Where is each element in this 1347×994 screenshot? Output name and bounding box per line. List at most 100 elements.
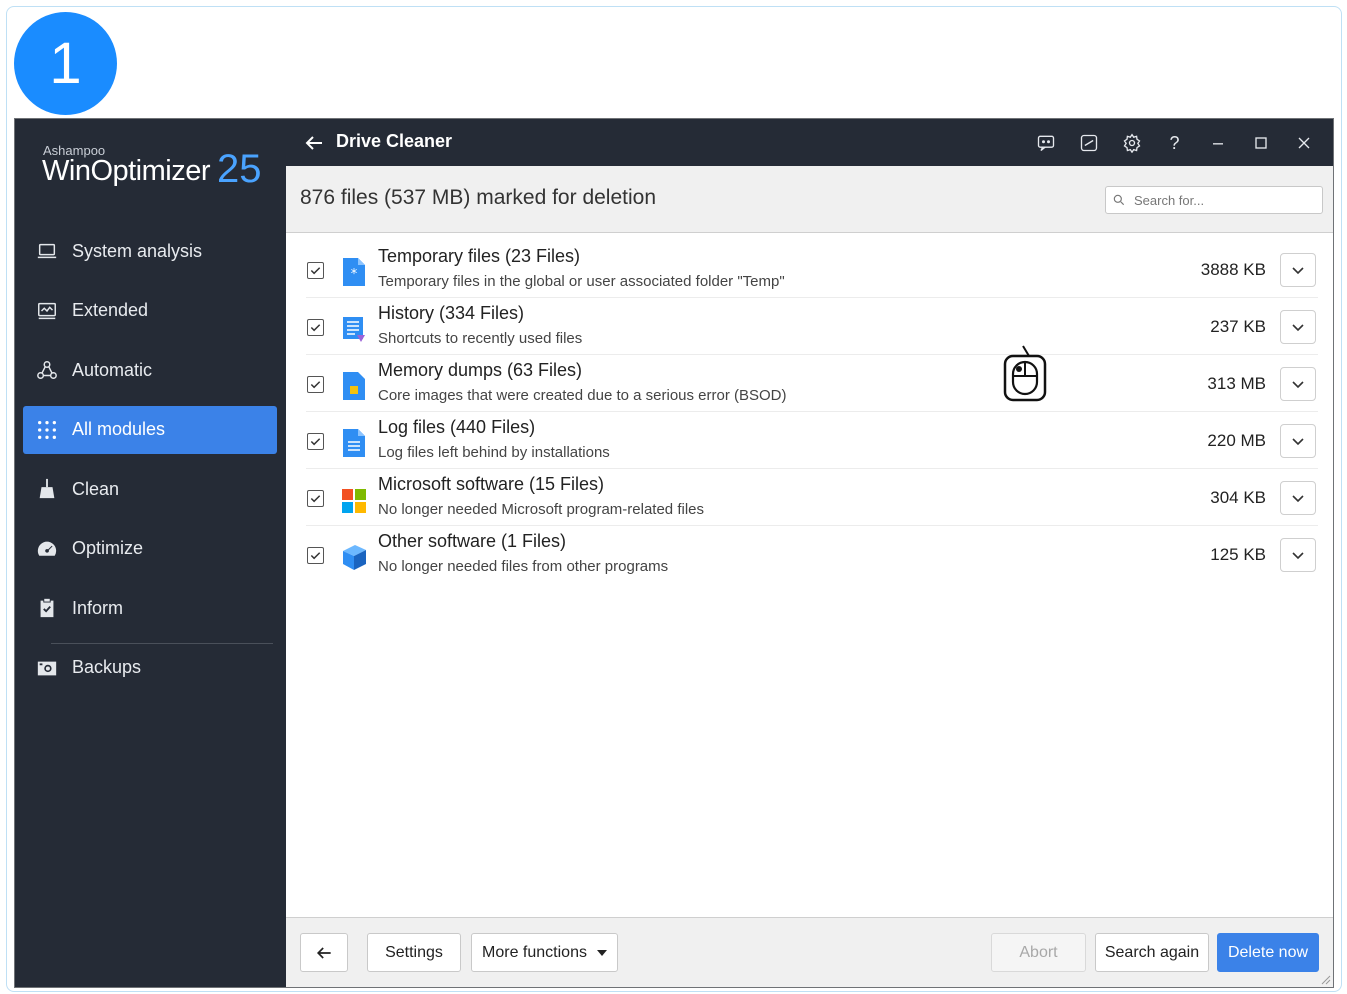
item-description: Temporary files in the global or user as…: [378, 273, 785, 290]
sidebar-item-clean[interactable]: Clean: [23, 465, 277, 513]
expand-button[interactable]: [1280, 310, 1316, 344]
sidebar-item-label: System analysis: [72, 240, 203, 261]
item-title: Microsoft software (15 Files): [378, 474, 605, 494]
item-title: Temporary files (23 Files): [378, 246, 581, 266]
step-badge: 1: [14, 12, 117, 115]
summary-text: 876 files (537 MB) marked for deletion: [300, 186, 657, 209]
webhook-icon: [35, 358, 59, 382]
bottom-toolbar: Settings More functions Abort Search aga…: [286, 917, 1333, 987]
list-item[interactable]: Log files (440 Files) Log files left beh…: [306, 412, 1318, 469]
microsoft-logo-icon: [341, 485, 367, 515]
item-size: 3888 KB: [1200, 260, 1266, 279]
expand-button[interactable]: [1280, 538, 1316, 572]
chevron-down-icon: [1292, 495, 1304, 503]
item-description: Core images that were created due to a s…: [378, 387, 787, 404]
list-item[interactable]: * Temporary files (23 Files) Temporary f…: [306, 241, 1318, 298]
clipboard-check-icon: [35, 596, 59, 620]
settings-button[interactable]: Settings: [367, 933, 461, 972]
sidebar-item-inform[interactable]: Inform: [23, 584, 277, 632]
chevron-down-icon: [1292, 552, 1304, 560]
brand-product: WinOptimizer: [42, 155, 211, 187]
app-window: Ashampoo WinOptimizer 25 System analysis…: [14, 118, 1334, 988]
sidebar: Ashampoo WinOptimizer 25 System analysis…: [15, 119, 286, 987]
sidebar-item-system-analysis[interactable]: System analysis: [23, 227, 277, 275]
sidebar-item-automatic[interactable]: Automatic: [23, 346, 277, 394]
laptop-icon: [35, 239, 59, 263]
delete-now-button[interactable]: Delete now: [1217, 933, 1319, 972]
item-checkbox[interactable]: [307, 319, 324, 336]
item-checkbox[interactable]: [307, 376, 324, 393]
chevron-down-icon: [1292, 324, 1304, 332]
sidebar-item-label: Automatic: [72, 359, 153, 380]
item-checkbox[interactable]: [307, 433, 324, 450]
mouse-click-icon: [1003, 345, 1047, 402]
item-title: Log files (440 Files): [378, 417, 536, 437]
item-size: 304 KB: [1210, 488, 1266, 507]
item-size: 220 MB: [1207, 431, 1266, 450]
sidebar-nav: System analysis Extended Automatic All m…: [23, 227, 277, 703]
expand-button[interactable]: [1280, 367, 1316, 401]
search-again-button[interactable]: Search again: [1095, 933, 1209, 972]
help-icon[interactable]: ?: [1153, 129, 1196, 157]
temp-file-icon: *: [341, 257, 367, 287]
item-checkbox[interactable]: [307, 262, 324, 279]
more-functions-label: More functions: [482, 943, 587, 961]
back-button[interactable]: [300, 933, 348, 972]
item-description: Log files left behind by installations: [378, 444, 610, 461]
search-box[interactable]: [1105, 186, 1323, 214]
gear-icon[interactable]: [1110, 129, 1153, 157]
sidebar-item-all-modules[interactable]: All modules: [23, 405, 277, 454]
item-description: No longer needed Microsoft program-relat…: [378, 501, 704, 518]
item-size: 313 MB: [1207, 374, 1266, 393]
expand-button[interactable]: [1280, 424, 1316, 458]
maximize-icon[interactable]: [1239, 129, 1282, 157]
sidebar-item-label: All modules: [72, 419, 166, 439]
list-item[interactable]: Memory dumps (63 Files) Core images that…: [306, 355, 1318, 412]
item-checkbox[interactable]: [307, 490, 324, 507]
expand-button[interactable]: [1280, 481, 1316, 515]
back-arrow-icon: [316, 946, 331, 959]
close-icon[interactable]: [1282, 129, 1325, 157]
sidebar-item-label: Clean: [72, 478, 120, 499]
chevron-down-icon: [1292, 381, 1304, 389]
item-size: 237 KB: [1210, 317, 1266, 336]
sidebar-item-label: Extended: [72, 300, 149, 320]
sidebar-item-label: Inform: [72, 597, 124, 618]
list-item[interactable]: Microsoft software (15 Files) No longer …: [306, 469, 1318, 526]
window-title: Drive Cleaner: [336, 131, 453, 151]
software-box-icon: [341, 542, 367, 572]
main-content: 876 files (537 MB) marked for deletion *…: [286, 166, 1333, 987]
note-icon[interactable]: [1067, 129, 1110, 157]
summary-bar: 876 files (537 MB) marked for deletion: [286, 166, 1333, 233]
speedometer-icon: [35, 537, 59, 561]
grid-dots-icon: [35, 418, 59, 442]
sidebar-item-extended[interactable]: Extended: [23, 287, 277, 335]
camera-backup-icon: [35, 656, 59, 680]
sidebar-item-label: Backups: [72, 657, 142, 677]
sidebar-item-optimize[interactable]: Optimize: [23, 525, 277, 573]
title-bar-controls: ?: [1024, 129, 1325, 157]
search-icon: [1113, 194, 1125, 206]
search-input[interactable]: [1134, 192, 1314, 208]
item-description: Shortcuts to recently used files: [378, 330, 583, 347]
caret-down-icon: [596, 949, 607, 956]
list-item[interactable]: History (334 Files) Shortcuts to recentl…: [306, 298, 1318, 355]
item-title: Memory dumps (63 Files): [378, 360, 583, 380]
abort-button[interactable]: Abort: [991, 933, 1086, 972]
sidebar-item-label: Optimize: [72, 538, 144, 558]
minimize-icon[interactable]: [1196, 129, 1239, 157]
more-functions-button[interactable]: More functions: [471, 933, 618, 972]
log-file-icon: [341, 428, 367, 458]
sidebar-item-backups[interactable]: Backups: [23, 644, 277, 692]
chevron-down-icon: [1292, 267, 1304, 275]
item-size: 125 KB: [1210, 545, 1266, 564]
chat-icon[interactable]: [1024, 129, 1067, 157]
item-checkbox[interactable]: [307, 547, 324, 564]
broom-icon: [35, 477, 59, 501]
expand-button[interactable]: [1280, 253, 1316, 287]
list-item[interactable]: Other software (1 Files) No longer neede…: [306, 526, 1318, 583]
back-arrow-icon[interactable]: [302, 131, 326, 155]
item-description: No longer needed files from other progra…: [378, 558, 669, 575]
resize-grip-icon[interactable]: [1319, 973, 1331, 985]
item-title: History (334 Files): [378, 303, 525, 323]
